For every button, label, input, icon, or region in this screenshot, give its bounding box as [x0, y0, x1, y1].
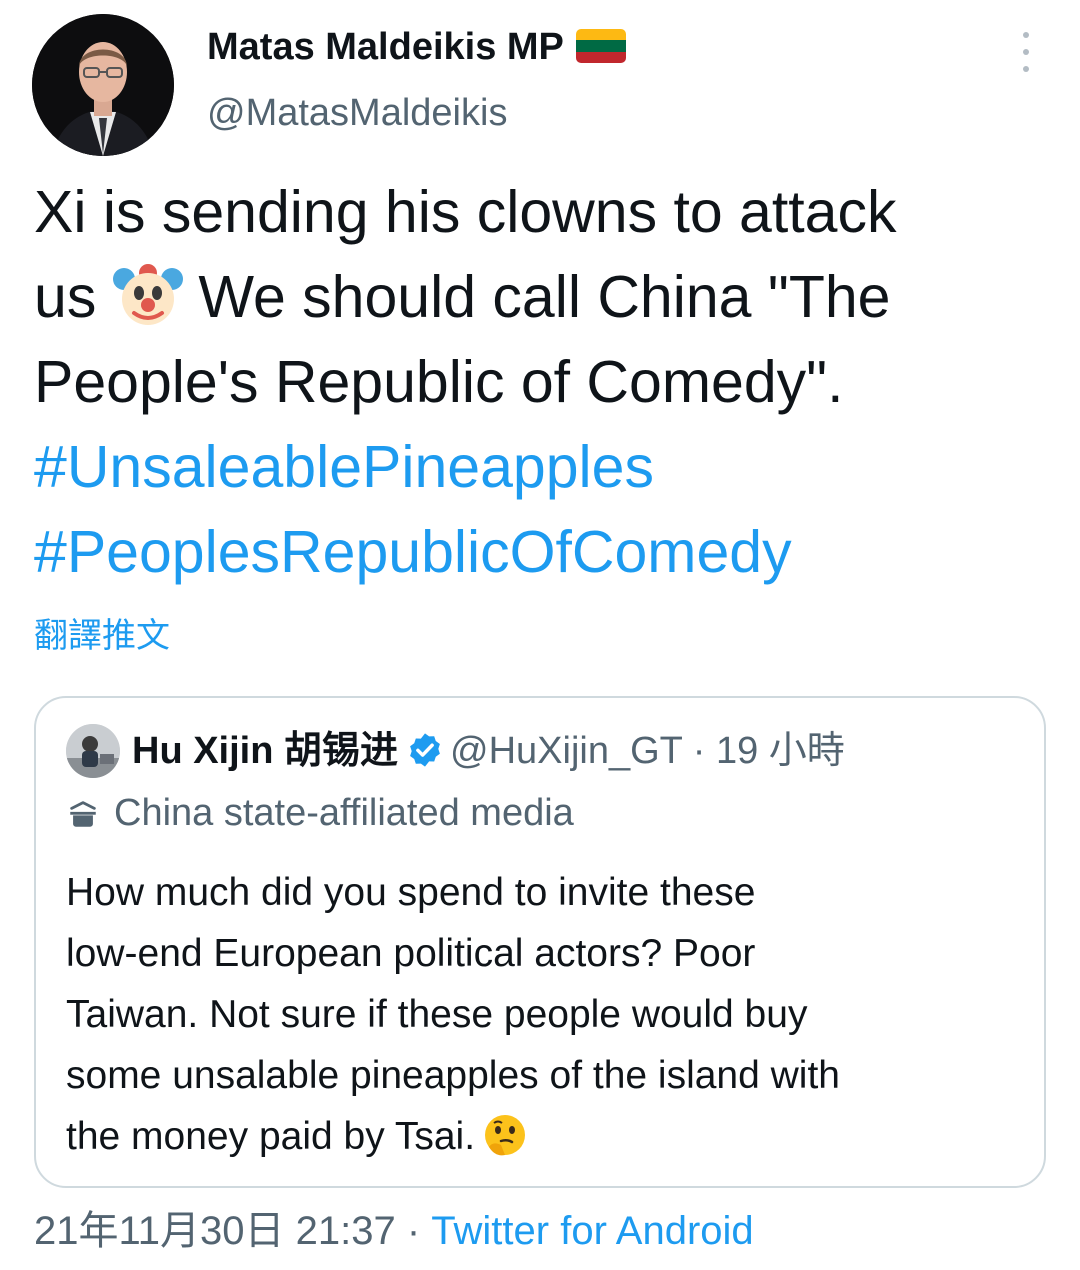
author-name-text[interactable]: Matas Maldeikis MP — [207, 26, 564, 68]
translate-tweet-link[interactable]: 翻譯推文 — [34, 608, 170, 657]
quoted-line-1: How much did you spend to invite these — [66, 871, 756, 914]
tweet-line-2-start: us — [34, 264, 97, 330]
quoted-line-5: the money paid by Tsai. — [66, 1106, 1026, 1167]
thinking-face-emoji-icon — [481, 1111, 529, 1159]
more-options-icon[interactable] — [1016, 32, 1036, 72]
quoted-tweet-time[interactable]: 19 小時 — [716, 730, 845, 772]
author-name[interactable]: Matas Maldeikis MP — [207, 26, 626, 69]
flag-stripe-red — [575, 51, 626, 63]
author-handle[interactable]: @MatasMaldeikis — [207, 92, 507, 135]
state-media-icon — [66, 796, 100, 830]
quoted-meta-separator: · — [692, 730, 706, 772]
tweet-line-2: us We should call China "The — [34, 255, 1044, 340]
hashtag-unsaleable-pineapples[interactable]: #UnsaleablePineapples — [34, 434, 654, 500]
verified-badge-icon — [406, 731, 444, 769]
clown-face-emoji-icon — [110, 263, 186, 327]
tweet-line-4: #UnsaleablePineapples — [34, 425, 1044, 510]
flag-stripe-yellow — [575, 29, 626, 41]
tweet-line-5: #PeoplesRepublicOfComedy — [34, 510, 1044, 595]
lithuania-flag-icon — [575, 29, 626, 63]
tweet-line-3: People's Republic of Comedy". — [34, 349, 844, 415]
quoted-line-3: Taiwan. Not sure if these people would b… — [66, 993, 808, 1036]
tweet-text: Xi is sending his clowns to attack us We… — [34, 170, 1044, 595]
tweet-footer: 21年11月30日 21:37 · Twitter for Android — [34, 1206, 754, 1256]
tweet-source-link[interactable]: Twitter for Android — [431, 1209, 753, 1253]
tweet-timestamp[interactable]: 21年11月30日 21:37 — [34, 1209, 396, 1253]
state-media-label[interactable]: China state-affiliated media — [66, 790, 574, 836]
quoted-author-avatar[interactable] — [66, 724, 120, 778]
flag-stripe-green — [575, 40, 626, 52]
author-avatar[interactable] — [32, 14, 174, 156]
tweet-line-1: Xi is sending his clowns to attack — [34, 179, 897, 245]
footer-separator: · — [406, 1209, 421, 1253]
quoted-line-4: some unsalable pineapples of the island … — [66, 1054, 841, 1097]
quoted-author-handle[interactable]: @HuXijin_GT — [450, 730, 682, 772]
tweet-line-2-end: We should call China "The — [198, 264, 891, 330]
quoted-line-2: low-end European political actors? Poor — [66, 932, 756, 975]
quoted-tweet-text: How much did you spend to invite these l… — [66, 862, 1026, 1167]
quoted-line-5-text: the money paid by Tsai. — [66, 1115, 476, 1158]
state-media-label-text: China state-affiliated media — [114, 792, 574, 834]
hashtag-peoples-republic-of-comedy[interactable]: #PeoplesRepublicOfComedy — [34, 519, 792, 585]
quoted-tweet-header: Hu Xijin 胡锡进 @HuXijin_GT · 19 小時 — [132, 728, 845, 774]
quoted-author-name[interactable]: Hu Xijin 胡锡进 — [132, 730, 398, 772]
quoted-tweet-card[interactable]: Hu Xijin 胡锡进 @HuXijin_GT · 19 小時 China s… — [34, 696, 1046, 1188]
